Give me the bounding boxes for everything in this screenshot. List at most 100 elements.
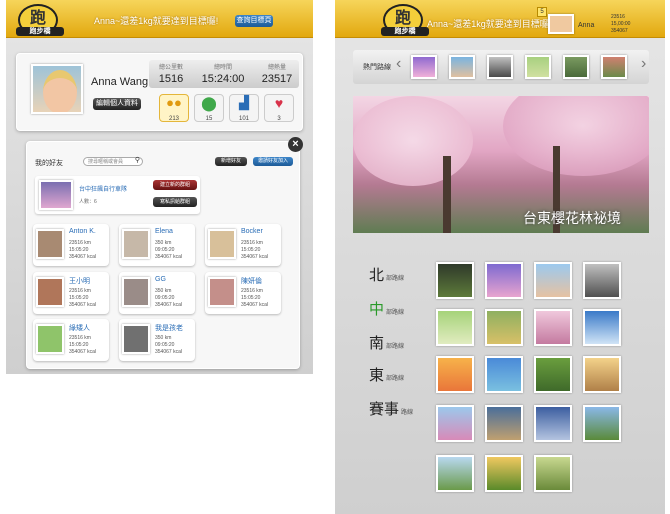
friend-avatar xyxy=(122,229,150,259)
friend-time: 09:05:20 xyxy=(155,342,175,348)
badge-count: 3 xyxy=(277,116,281,122)
badge-count: 15 xyxy=(205,116,213,122)
friend-distance: 350 km xyxy=(155,335,172,341)
edit-profile-button[interactable]: 編輯個人資料 xyxy=(93,98,141,110)
route-thumb[interactable] xyxy=(563,55,589,79)
friend-name[interactable]: Bocker xyxy=(241,228,263,235)
avatar[interactable] xyxy=(31,64,83,114)
route-thumb[interactable] xyxy=(485,309,523,346)
region-north[interactable]: 北部路線 xyxy=(369,264,404,285)
user-time: 15,00:00 xyxy=(611,21,631,27)
friend-avatar xyxy=(36,229,64,259)
friend-time: 15:05:20 xyxy=(69,295,89,301)
friend-card[interactable]: 陳妍倫 23516 km 15:05:20 354067 kcal xyxy=(205,272,281,314)
stat-value: 15:24:00 xyxy=(201,73,245,85)
friend-avatar xyxy=(208,229,236,259)
notification-badge[interactable]: 5 xyxy=(537,7,547,17)
friend-name[interactable]: Anton K. xyxy=(69,228,96,235)
route-thumb[interactable] xyxy=(436,309,474,346)
friend-search-input[interactable]: 搜尋暱稱或會員 ⚲ xyxy=(83,157,143,166)
route-thumb[interactable] xyxy=(534,455,572,492)
chevron-left-icon[interactable]: ‹ xyxy=(396,55,401,73)
friend-card[interactable]: 我是孩老 350 km 09:05:20 354067 kcal xyxy=(119,319,195,361)
friends-title: 我的好友 xyxy=(35,160,63,167)
route-thumb[interactable] xyxy=(411,55,437,79)
stats-bar: 總公里數 1516 總時間 15:24:00 總熱量 23517 xyxy=(149,60,299,88)
route-thumb[interactable] xyxy=(534,309,572,346)
create-group-button[interactable]: 建立新的群組 xyxy=(153,180,197,190)
region-race[interactable]: 賽事 路線 xyxy=(369,398,413,419)
group-card[interactable]: 台中狂飆自行車隊 人數：6 建立新的群組 寫私訊給群組 xyxy=(35,176,200,214)
friend-card[interactable]: Anton K. 23516 km 15:05:20 354067 kcal xyxy=(33,224,109,266)
friend-avatar xyxy=(122,324,150,354)
add-friend-button[interactable]: 新增好友 xyxy=(215,157,247,166)
stat-value: 1516 xyxy=(158,73,184,85)
popular-routes-title: 熱門路線 xyxy=(363,64,391,71)
stat-label: 總熱量 xyxy=(267,65,286,71)
header-slogan: Anna~還差1kg就要達到目標囉! xyxy=(427,19,552,29)
friend-card[interactable]: Bocker 23516 km 15:05:20 354067 kcal xyxy=(205,224,281,266)
user-avatar[interactable] xyxy=(548,14,574,34)
friend-card[interactable]: 王小明 23516 km 15:05:20 354067 kcal xyxy=(33,272,109,314)
route-thumb[interactable] xyxy=(583,405,621,442)
route-thumb[interactable] xyxy=(487,55,513,79)
friend-calories: 354067 kcal xyxy=(241,302,268,308)
stat-label: 總公里數 xyxy=(158,65,183,71)
badge-count: 213 xyxy=(168,116,179,122)
user-distance: 23516 xyxy=(611,14,625,20)
user-name: Anna xyxy=(578,22,595,29)
hero-image[interactable]: 台東櫻花林祕境 xyxy=(353,96,649,233)
friend-card[interactable]: GG 350 km 09:05:20 354067 kcal xyxy=(119,272,195,314)
friend-card[interactable]: 綠矮人 23516 km 15:05:20 354067 kcal xyxy=(33,319,109,361)
popular-routes-bar: 熱門路線 ‹ › xyxy=(353,50,649,84)
friend-name[interactable]: 陳妍倫 xyxy=(241,276,262,286)
badge-count: 101 xyxy=(238,116,249,122)
route-thumb[interactable] xyxy=(436,405,474,442)
friend-calories: 354067 kcal xyxy=(241,254,268,260)
friend-name[interactable]: 王小明 xyxy=(69,276,90,286)
friend-name[interactable]: Elena xyxy=(155,228,173,235)
route-thumb[interactable] xyxy=(583,262,621,299)
route-thumb[interactable] xyxy=(436,356,474,393)
route-thumb[interactable] xyxy=(485,455,523,492)
group-meta: 人數：6 xyxy=(79,199,97,205)
region-central[interactable]: 中部路線 xyxy=(369,298,404,319)
friend-name[interactable]: 綠矮人 xyxy=(69,323,90,333)
search-icon[interactable]: ⚲ xyxy=(135,157,140,165)
goal-button[interactable]: 查詢目標頁 xyxy=(235,15,273,27)
friend-name[interactable]: 我是孩老 xyxy=(155,323,183,333)
friend-card[interactable]: Elena 350 km 09:05:20 354067 kcal xyxy=(119,224,195,266)
route-thumb[interactable] xyxy=(583,356,621,393)
route-thumb[interactable] xyxy=(449,55,475,79)
message-group-button[interactable]: 寫私訊給群組 xyxy=(153,197,197,207)
close-icon[interactable]: × xyxy=(288,137,303,152)
right-screen: 跑跑步橋 Anna~還差1kg就要達到目標囉! 5 Anna 23516 15,… xyxy=(335,0,665,514)
route-thumb[interactable] xyxy=(601,55,627,79)
group-photo xyxy=(39,180,73,210)
route-thumb[interactable] xyxy=(485,405,523,442)
friend-name[interactable]: GG xyxy=(155,276,166,283)
chevron-right-icon[interactable]: › xyxy=(641,55,646,73)
route-thumb[interactable] xyxy=(485,356,523,393)
region-south[interactable]: 南部路線 xyxy=(369,332,404,353)
route-thumb[interactable] xyxy=(534,405,572,442)
group-name[interactable]: 台中狂飆自行車隊 xyxy=(79,184,127,193)
invite-friend-button[interactable]: 邀請好友加入 xyxy=(253,157,293,166)
region-east[interactable]: 東部路線 xyxy=(369,364,404,385)
route-thumb[interactable] xyxy=(534,262,572,299)
route-thumb[interactable] xyxy=(583,309,621,346)
logo[interactable]: 跑跑步橋 xyxy=(16,4,64,36)
profile-card: Anna Wang 編輯個人資料 總公里數 1516 總時間 15:24:00 … xyxy=(16,53,303,131)
friend-distance: 350 km xyxy=(155,288,172,294)
friend-distance: 23516 km xyxy=(69,240,91,246)
friend-time: 09:05:20 xyxy=(155,295,175,301)
route-thumb[interactable] xyxy=(534,356,572,393)
route-thumb[interactable] xyxy=(485,262,523,299)
friend-time: 15:05:20 xyxy=(69,247,89,253)
route-thumb[interactable] xyxy=(436,455,474,492)
logo[interactable]: 跑跑步橋 xyxy=(381,4,429,36)
route-thumb[interactable] xyxy=(525,55,551,79)
header-slogan: Anna~還差1kg就要達到目標囉! xyxy=(94,16,219,26)
route-thumb[interactable] xyxy=(436,262,474,299)
friend-distance: 23516 km xyxy=(69,288,91,294)
